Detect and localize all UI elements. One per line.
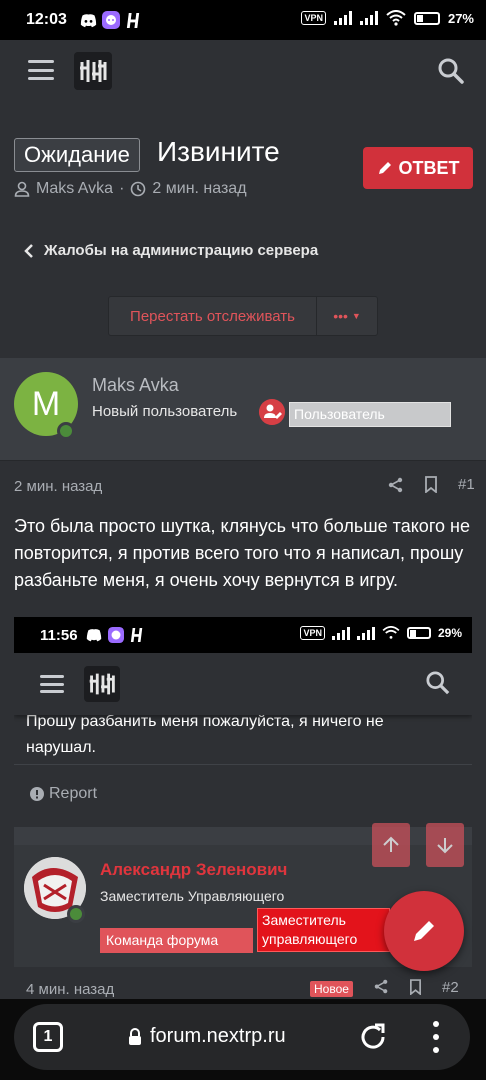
scroll-down-button[interactable]	[426, 823, 464, 867]
screenshot-post-number: #2	[442, 979, 459, 996]
screenshot-badge-deputy-label: Заместитель управляющего	[262, 912, 358, 947]
screenshot-new-badge: Новое	[310, 981, 353, 997]
screenshot-online-indicator	[67, 905, 85, 923]
user-badge-icon	[259, 399, 285, 425]
lock-icon	[129, 1027, 141, 1045]
pencil-icon	[414, 921, 434, 941]
screenshot-battery-icon	[406, 627, 431, 639]
post-time[interactable]: 2 мин. назад	[14, 478, 102, 495]
scroll-up-button[interactable]	[372, 823, 410, 867]
tab-count: 1	[43, 1028, 53, 1045]
app-bar	[0, 40, 486, 102]
screenshot-signal-icon	[331, 626, 350, 640]
twitch-icon	[102, 11, 120, 29]
url-text: forum.nextrp.ru	[150, 1025, 286, 1047]
unwatch-button[interactable]: Перестать отслеживать	[109, 297, 317, 335]
bookmark-icon[interactable]	[424, 476, 438, 493]
wifi-icon	[386, 10, 406, 26]
screenshot-report-link: Report	[30, 785, 97, 803]
more-menu-icon[interactable]	[432, 1021, 440, 1053]
screenshot-app-bar	[14, 653, 472, 715]
share-icon[interactable]	[388, 477, 404, 493]
post-username[interactable]: Maks Avka	[92, 375, 179, 396]
screenshot-badge-forum-team: Команда форума	[100, 928, 253, 953]
divider	[0, 460, 486, 461]
screenshot-badge-deputy: Заместитель управляющего	[257, 908, 390, 952]
more-options-button[interactable]: ••• ▼	[317, 297, 377, 335]
thread-meta: Maks Avka · 2 мин. назад	[14, 180, 247, 198]
battery-level: 27%	[447, 10, 474, 26]
status-right: VPN 27%	[301, 10, 474, 26]
thread-author[interactable]: Maks Avka	[36, 180, 113, 198]
app-h-icon	[126, 12, 140, 29]
watch-button-group: Перестать отслеживать ••• ▼	[108, 296, 378, 336]
avatar-letter: M	[31, 384, 61, 423]
arrow-down-icon	[437, 838, 453, 854]
reply-button[interactable]: ОТВЕТ	[363, 147, 473, 189]
more-label: •••	[333, 308, 348, 324]
alert-icon	[30, 787, 44, 801]
url-display[interactable]: forum.nextrp.ru	[128, 1025, 286, 1048]
tab-switcher-button[interactable]: 1	[33, 1022, 63, 1052]
screenshot-share-icon	[374, 979, 388, 994]
battery-icon	[413, 11, 440, 25]
screenshot-status-right: VPN 29%	[300, 626, 462, 640]
screenshot-status-bar: 11:56 VPN 29%	[14, 617, 472, 653]
screenshot-app-h-icon	[130, 628, 143, 642]
user-group-label: Пользователь	[294, 406, 385, 422]
user-group-banner: Пользователь	[289, 402, 451, 427]
screenshot-battery-level: 29%	[437, 626, 462, 640]
caret-down-icon: ▼	[351, 311, 361, 321]
search-icon[interactable]	[438, 58, 464, 84]
post-number[interactable]: #1	[458, 476, 475, 493]
screenshot-site-logo	[84, 666, 120, 702]
arrow-up-icon	[383, 836, 399, 852]
screenshot-divider	[14, 764, 472, 765]
thread-title: Извините	[157, 136, 280, 167]
post-user-title: Новый пользователь	[92, 403, 238, 420]
screenshot-bookmark-icon	[410, 979, 421, 995]
screenshot-vpn-badge: VPN	[300, 626, 325, 640]
vpn-badge: VPN	[301, 11, 326, 25]
screenshot-wifi-icon	[382, 626, 400, 639]
hamburger-icon[interactable]	[28, 60, 54, 80]
screenshot-badge-forum-team-label: Команда форума	[106, 932, 219, 948]
screenshot-hamburger-icon	[40, 675, 64, 693]
screenshot-username: Александр Зеленович	[100, 860, 288, 879]
screenshot-post-actions: #2	[374, 979, 459, 996]
meta-separator: ·	[119, 180, 125, 197]
reply-label: ОТВЕТ	[398, 157, 460, 178]
pencil-icon	[378, 162, 391, 174]
screenshot-discord-icon	[86, 629, 102, 642]
screenshot-signal-2-icon	[356, 626, 375, 640]
screenshot-report-label: Report	[49, 785, 98, 802]
thread-time[interactable]: 2 мин. назад	[152, 180, 246, 198]
post-body: Это была просто шутка, клянусь что больш…	[14, 516, 470, 590]
signal-2-icon	[359, 11, 378, 25]
screenshot-user-title: Заместитель Управляющего	[100, 888, 285, 904]
online-indicator	[57, 422, 75, 440]
reload-icon[interactable]	[358, 1022, 388, 1052]
clock-icon	[131, 181, 146, 197]
status-time: 12:03	[26, 11, 67, 28]
user-icon	[14, 181, 30, 197]
post-actions: #1	[388, 476, 475, 493]
breadcrumb-label: Жалобы на администрацию сервера	[44, 242, 319, 259]
screenshot-search-icon	[426, 671, 450, 695]
screenshot-status-time: 11:56	[40, 627, 78, 644]
site-logo[interactable]	[74, 52, 112, 90]
thread-prefix-label: Ожидание	[14, 138, 140, 172]
status-bar: 12:03 VPN 27%	[0, 0, 486, 40]
screenshot-post-time: 4 мин. назад	[26, 981, 115, 998]
quick-reply-fab[interactable]	[384, 891, 464, 971]
discord-icon	[80, 14, 97, 28]
signal-icon	[333, 11, 352, 25]
screenshot-twitch-icon	[108, 627, 124, 643]
screenshot-cut-text: Прошу разбанить меня пожалуйста, я ничег…	[26, 713, 384, 756]
unwatch-label: Перестать отслеживать	[130, 307, 295, 325]
chevron-left-icon	[24, 243, 33, 258]
breadcrumb[interactable]: Жалобы на администрацию сервера	[24, 242, 318, 259]
